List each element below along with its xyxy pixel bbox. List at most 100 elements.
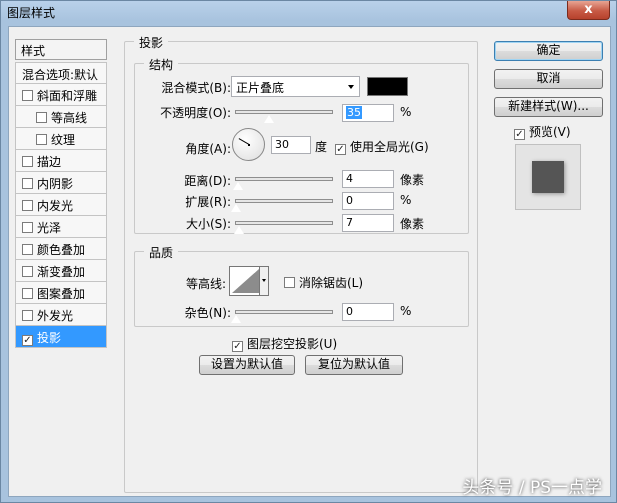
angle-needle: [238, 138, 250, 145]
inner-glow-checkbox[interactable]: [22, 200, 33, 211]
bevel-emboss-checkbox[interactable]: [22, 90, 33, 101]
style-preview: [515, 144, 581, 210]
reset-default-button[interactable]: 复位为默认值: [305, 355, 403, 375]
drop-shadow-checkbox[interactable]: ✓: [22, 335, 33, 346]
size-input[interactable]: 7: [342, 214, 394, 232]
opacity-label: 不透明度(O):: [160, 106, 231, 120]
angle-dial[interactable]: [232, 128, 265, 161]
style-item-label: 斜面和浮雕: [37, 89, 98, 103]
new-style-button[interactable]: 新建样式(W)...: [494, 97, 603, 117]
contour-picker[interactable]: [229, 266, 269, 296]
size-unit: 像素: [400, 217, 425, 231]
global-light-checkbox[interactable]: ✓: [335, 144, 346, 155]
preview-swatch: [532, 161, 564, 193]
antialias-option[interactable]: 消除锯齿(L): [284, 274, 363, 291]
shadow-color-swatch[interactable]: [367, 77, 408, 96]
outer-glow-checkbox[interactable]: [22, 310, 33, 321]
angle-unit: 度: [315, 140, 328, 154]
style-item-gradient-overlay[interactable]: 渐变叠加: [15, 260, 107, 282]
dialog-body: 样式 混合选项:默认 斜面和浮雕 等高线 纹理 描边 内阴影 内发光 光泽 颜色…: [8, 26, 611, 497]
gradient-overlay-checkbox[interactable]: [22, 266, 33, 277]
knockout-checkbox[interactable]: ✓: [232, 341, 243, 352]
spread-slider[interactable]: [235, 199, 333, 203]
style-item-satin[interactable]: 光泽: [15, 216, 107, 238]
color-overlay-checkbox[interactable]: [22, 244, 33, 255]
preview-label: 预览(V): [529, 125, 571, 139]
style-item-label: 混合选项:默认: [22, 68, 99, 82]
quality-group: 品质 等高线: 消除锯齿(L) 杂色(N): 0 %: [134, 244, 469, 327]
spread-input[interactable]: 0: [342, 192, 394, 210]
style-item-label: 图案叠加: [37, 287, 86, 301]
noise-label: 杂色(N):: [184, 306, 231, 320]
style-item-blending-options[interactable]: 混合选项:默认: [15, 62, 107, 84]
opacity-input[interactable]: 35: [342, 104, 394, 122]
antialias-checkbox[interactable]: [284, 277, 295, 288]
distance-unit: 像素: [400, 173, 425, 187]
distance-slider-thumb[interactable]: [232, 181, 244, 191]
blend-mode-select[interactable]: 正片叠底: [231, 76, 360, 97]
inner-shadow-checkbox[interactable]: [22, 178, 33, 189]
style-item-inner-shadow[interactable]: 内阴影: [15, 172, 107, 194]
texture-checkbox[interactable]: [36, 134, 47, 145]
blend-mode-label: 混合模式(B):: [161, 81, 231, 95]
preview-checkbox[interactable]: ✓: [514, 129, 525, 140]
global-light-label: 使用全局光(G): [350, 140, 429, 154]
style-item-bevel-emboss[interactable]: 斜面和浮雕: [15, 84, 107, 106]
noise-input[interactable]: 0: [342, 303, 394, 321]
make-default-button[interactable]: 设置为默认值: [199, 355, 295, 375]
watermark: 头条号 / PS一点学: [462, 478, 602, 498]
style-item-label: 外发光: [37, 309, 74, 323]
stroke-checkbox[interactable]: [22, 156, 33, 167]
style-item-inner-glow[interactable]: 内发光: [15, 194, 107, 216]
knockout-label: 图层挖空投影(U): [247, 337, 338, 351]
title-bar[interactable]: 图层样式 x: [1, 1, 616, 25]
structure-group: 结构 混合模式(B): 正片叠底 不透明度(O): 35 % 角度(A): 30…: [134, 56, 469, 235]
contour-curve-icon: [232, 269, 259, 293]
satin-checkbox[interactable]: [22, 222, 33, 233]
close-button[interactable]: x: [567, 1, 610, 20]
style-item-texture[interactable]: 纹理: [15, 128, 107, 150]
opacity-slider[interactable]: [235, 110, 333, 114]
pattern-overlay-checkbox[interactable]: [22, 288, 33, 299]
distance-label: 距离(D):: [184, 174, 231, 188]
antialias-label: 消除锯齿(L): [299, 276, 364, 290]
angle-input[interactable]: 30: [271, 136, 311, 154]
noise-slider[interactable]: [235, 310, 333, 314]
style-list-header[interactable]: 样式: [15, 39, 107, 60]
size-slider[interactable]: [235, 221, 333, 225]
noise-unit: %: [400, 304, 412, 318]
contour-label: 等高线:: [185, 277, 226, 291]
style-item-drop-shadow[interactable]: ✓ 投影: [15, 326, 107, 348]
spread-slider-thumb[interactable]: [230, 203, 242, 213]
preview-option[interactable]: ✓ 预览(V): [514, 123, 571, 140]
style-item-color-overlay[interactable]: 颜色叠加: [15, 238, 107, 260]
layer-style-dialog: 图层样式 x 样式 混合选项:默认 斜面和浮雕 等高线 纹理 描边 内阴影 内发…: [0, 0, 617, 503]
global-light-option[interactable]: ✓ 使用全局光(G): [335, 138, 429, 155]
knockout-option[interactable]: ✓ 图层挖空投影(U): [232, 335, 337, 352]
angle-label: 角度(A):: [185, 142, 231, 156]
chevron-down-icon[interactable]: [259, 267, 268, 295]
style-item-label: 投影: [37, 331, 62, 345]
style-item-label: 内阴影: [37, 177, 74, 191]
distance-slider[interactable]: [235, 177, 333, 181]
style-item-outer-glow[interactable]: 外发光: [15, 304, 107, 326]
style-item-label: 颜色叠加: [37, 243, 86, 257]
size-slider-thumb[interactable]: [233, 225, 245, 235]
style-item-pattern-overlay[interactable]: 图案叠加: [15, 282, 107, 304]
style-item-label: 纹理: [51, 133, 76, 147]
style-item-stroke[interactable]: 描边: [15, 150, 107, 172]
distance-input[interactable]: 4: [342, 170, 394, 188]
contour-checkbox[interactable]: [36, 112, 47, 123]
quality-title: 品质: [144, 244, 179, 261]
size-label: 大小(S):: [185, 217, 231, 231]
style-item-label: 内发光: [37, 199, 74, 213]
cancel-button[interactable]: 取消: [494, 69, 603, 89]
blend-mode-value: 正片叠底: [236, 81, 285, 95]
noise-slider-thumb[interactable]: [230, 314, 242, 324]
structure-title: 结构: [144, 56, 179, 73]
ok-button[interactable]: 确定: [494, 41, 603, 61]
window-title: 图层样式: [7, 6, 56, 20]
opacity-slider-thumb[interactable]: [263, 114, 275, 124]
style-item-contour[interactable]: 等高线: [15, 106, 107, 128]
style-list: 样式 混合选项:默认 斜面和浮雕 等高线 纹理 描边 内阴影 内发光 光泽 颜色…: [15, 39, 107, 351]
